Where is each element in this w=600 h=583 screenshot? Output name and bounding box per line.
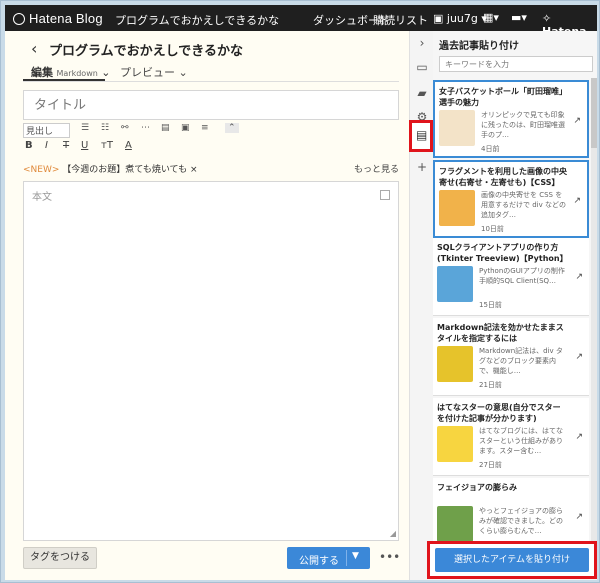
article-title: Markdown記法を効かせたままスタイルを指定するには [437,323,564,343]
weekly-topic-link[interactable]: 【今週のお題】煮ても焼いても [62,165,187,175]
editor-pane: ‹ プログラムでおかえしできるかな 編集 Markdown ⌄ プレビュー ⌄ … [5,31,409,580]
article-excerpt: やっとフェイジョアの膨らみが確認できました。どのくらい膨らむんで… [479,507,563,535]
table-icon[interactable]: ▤ [161,123,170,133]
collapse-icon[interactable]: ⌃ [225,123,239,133]
numbered-list-icon[interactable]: ☷ [101,123,109,133]
article-card[interactable]: 女子バスケットボール「町田瑠唯」選手の魅力オリンピックで見ても印象に残ったのは、… [433,80,589,158]
external-link-icon[interactable]: ↗ [575,352,583,362]
bulleted-list-icon[interactable]: ☰ [81,123,89,133]
new-badge: <NEW> [23,165,60,175]
scroll-thumb[interactable] [591,78,597,148]
heading-select[interactable]: 見出し [23,123,71,138]
blog-title-link[interactable]: プログラムでおかえしできるかな [115,12,305,28]
italic-icon[interactable]: I [45,140,48,151]
article-date: 4日前 [481,145,500,153]
article-list: 女子バスケットボール「町田瑠唯」選手の魅力オリンピックで見ても印象に残ったのは、… [433,78,597,545]
scrollbar[interactable] [591,78,597,545]
article-thumbnail [439,110,475,146]
notification-icon[interactable]: ▬▾ [511,11,527,24]
folder-icon[interactable]: ▰ [414,85,430,101]
tab-edit[interactable]: 編集 Markdown ⌄ [31,64,111,80]
image-icon[interactable]: ▣ [181,123,190,133]
past-articles-panel: 過去記事貼り付け 女子バスケットボール「町田瑠唯」選手の魅力オリンピックで見ても… [433,31,597,580]
article-date: 15日前 [479,301,502,309]
external-link-icon[interactable]: ↗ [573,196,581,206]
article-card[interactable]: はてなスターの意思(自分でスターを付けた記事が分かります) はてなブログには、はて… [433,398,589,476]
text-size-icon[interactable]: тT [101,140,113,151]
external-link-icon[interactable]: ↗ [575,432,583,442]
article-card[interactable]: SQLクライアントアプリの作り方(Tkinter Treeview)【Pytho… [433,238,589,316]
format-toolbar-row2: B I T U тT A [23,140,399,154]
article-title: 女子バスケットボール「町田瑠唯」選手の魅力 [439,87,567,107]
article-excerpt: 画像の中央寄せを CSS を用意するだけで div などの追加タグ… [481,191,566,219]
chevron-right-icon[interactable]: › [414,35,430,51]
plus-icon[interactable]: + [414,159,430,175]
align-icon[interactable]: ≡ [201,123,209,133]
title-input[interactable] [23,90,399,120]
body-textarea[interactable]: 本文 ◢ [23,181,399,541]
body-placeholder: 本文 [32,192,52,203]
link-icon[interactable]: ⚯ [121,123,129,133]
page-title: プログラムでおかえしできるかな [49,44,243,59]
weekly-topic-bar: <NEW> 【今週のお題】煮ても焼いても × もっと見る [23,162,399,176]
copy-icon[interactable] [380,190,390,200]
avatar: ▣ [433,12,447,25]
apps-grid-icon[interactable]: ▦▾ [483,11,499,24]
tab-preview[interactable]: プレビュー ⌄ [120,64,188,80]
sidebar-iconbar: › ▭ ▰ ⚙ + [409,31,433,580]
paste-button-highlight: 選択したアイテムを貼り付け [427,541,597,579]
article-title: フラグメントを利用した画像の中央寄せ(右寄せ・左寄せも)【CSS】 [439,167,567,187]
publish-label: 公開する [299,556,339,567]
close-icon[interactable]: × [190,165,198,175]
article-card[interactable]: フラグメントを利用した画像の中央寄せ(右寄せ・左寄せも)【CSS】画像の中央寄せ… [433,160,589,238]
document-icon[interactable]: ▤ [409,120,433,152]
article-title: フェイジョアの膨らみ [437,483,517,492]
article-thumbnail [439,190,475,226]
paste-selected-button[interactable]: 選択したアイテムを貼り付け [435,548,589,572]
strike-icon[interactable]: T [63,140,69,151]
article-date: 27日前 [479,461,502,469]
chevron-left-icon[interactable]: ‹ [31,39,37,58]
article-card[interactable]: Markdown記法を効かせたままスタイルを指定するには Markdown記法は、… [433,318,589,396]
screen-icon[interactable]: ▭ [414,59,430,75]
more-link[interactable]: もっと見る [354,162,399,175]
external-link-icon[interactable]: ↗ [575,512,583,522]
underline-icon[interactable]: U [81,140,88,151]
user-menu[interactable]: ▣ juu7g ▾ [433,12,487,25]
format-toolbar-row1: 見出し ☰ ☷ ⚯ ⋯ ▤ ▣ ≡ ⌃ [23,123,399,138]
article-thumbnail [437,266,473,302]
tab-divider [23,81,399,82]
panel-title: 過去記事貼り付け [439,41,519,52]
article-title: はてなスターの意思(自分でスターを付けた記事が分かります) [437,403,561,423]
article-thumbnail [437,426,473,462]
more-options-button[interactable]: ••• [379,550,400,564]
more-icon[interactable]: ⋯ [141,123,150,133]
external-link-icon[interactable]: ↗ [573,116,581,126]
article-excerpt: オリンピックで見ても印象に残ったのは、町田瑠唯選手のプ… [481,111,565,139]
hatena-blog-logo[interactable]: Hatena Blog [13,11,103,26]
article-title: SQLクライアントアプリの作り方(Tkinter Treeview)【Pytho… [437,243,568,263]
chevron-down-icon[interactable]: ▼ [352,551,359,561]
article-excerpt: PythonのGUIアプリの制作手順的SQL Client(SQ… [479,267,565,285]
publish-separator [346,550,347,566]
keyword-search-input[interactable] [439,56,593,72]
article-date: 21日前 [479,381,502,389]
article-excerpt: Markdown記法は、div タグなどのブロック要素内で、機能し… [479,347,563,375]
external-link-icon[interactable]: ↗ [575,272,583,282]
article-excerpt: はてなブログには、はてなスターという仕組みがあります。スター含む… [479,427,563,455]
add-tag-button[interactable]: タグをつける [23,547,97,569]
bold-icon[interactable]: B [25,140,33,151]
reading-list-link[interactable]: 購読リスト [373,12,428,28]
text-color-icon[interactable]: A [125,140,132,151]
hatena-topbar: Hatena Blog プログラムでおかえしできるかな ダッシュボード 購読リス… [5,5,597,38]
publish-button[interactable]: 公開する ▼ [287,547,370,569]
resize-handle[interactable]: ◢ [390,529,396,538]
article-date: 10日前 [481,225,504,233]
article-thumbnail [437,346,473,382]
article-card[interactable]: フェイジョアの膨らみやっとフェイジョアの膨らみが確認できました。どのくらい膨らむ… [433,478,589,545]
app-window: Hatena Blog プログラムでおかえしできるかな ダッシュボード 購読リス… [0,0,600,583]
article-thumbnail [437,506,473,542]
